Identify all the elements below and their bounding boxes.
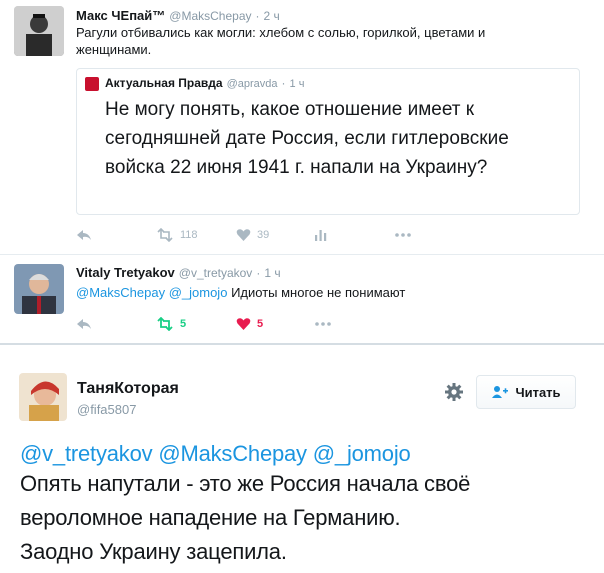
like-button[interactable]: 39	[236, 228, 269, 242]
author-name[interactable]: Макс ЧЕпай™	[76, 8, 165, 23]
like-button-active[interactable]: 5	[236, 317, 263, 331]
follow-button[interactable]: Читать	[476, 375, 576, 409]
mention-link[interactable]: @MaksChepay	[76, 285, 165, 300]
retweet-icon	[157, 228, 173, 242]
tweet-text: Рагули отбивались как могли: хлебом с со…	[76, 25, 486, 57]
quote-author-name: Актуальная Правда	[105, 76, 223, 90]
heart-icon	[236, 229, 251, 241]
author-name[interactable]: Vitaly Tretyakov	[76, 265, 175, 280]
person-photo-icon	[14, 264, 64, 314]
avatar-maks-chepay[interactable]	[14, 6, 64, 56]
author-handle[interactable]: @MaksChepay	[169, 9, 251, 23]
tweet-maks-chepay: Макс ЧЕпай™ @MaksChepay · 2 ч Рагули отб…	[0, 0, 604, 250]
more-dots-icon	[395, 233, 411, 237]
tweet-mentions[interactable]: @v_tretyakov @MaksChepay @_jomojo	[20, 441, 411, 467]
quote-time: 1 ч	[289, 78, 305, 90]
author-handle[interactable]: @v_tretyakov	[179, 266, 253, 280]
reply-icon	[77, 230, 91, 240]
more-button[interactable]	[314, 317, 332, 331]
quoted-tweet[interactable]: Актуальная Правда @apravda · 1 ч Не могу…	[76, 68, 580, 215]
dot-separator: ·	[281, 76, 286, 90]
tweet-time[interactable]: 2 ч	[264, 9, 280, 23]
tweet-body: Идиоты многое не понимают	[231, 285, 406, 300]
tweet-text: @MaksChepay @_jomojo Идиоты многое не по…	[76, 284, 576, 301]
retweet-button[interactable]: 118	[156, 228, 198, 242]
tweet-text-line-3: Заодно Украину зацепила.	[20, 539, 287, 564]
author-name[interactable]: ТаняКоторая	[77, 380, 179, 398]
heart-icon	[236, 318, 251, 330]
follow-label: Читать	[515, 384, 561, 400]
tweet2-actions: 5 5	[76, 315, 496, 335]
gear-icon	[445, 383, 463, 401]
tweet-tanya-kotoraya: ТаняКоторая @fifa5807 Читать @v_tretyako…	[0, 345, 604, 573]
analytics-icon	[315, 230, 327, 241]
like-count: 5	[257, 318, 264, 330]
apravda-logo-icon	[85, 77, 99, 91]
retweet-button-active[interactable]: 5	[156, 317, 186, 331]
avatar-tanya[interactable]	[19, 373, 67, 421]
quote-author-handle: @apravda	[226, 78, 278, 90]
more-dots-icon	[315, 322, 331, 326]
follow-user-plus-icon	[492, 386, 509, 398]
avatar-vitaly-tretyakov[interactable]	[14, 264, 64, 314]
retweet-icon	[157, 317, 173, 331]
mention-link[interactable]: @_jomojo	[169, 285, 228, 300]
reply-button[interactable]	[76, 228, 92, 242]
analytics-button[interactable]	[314, 228, 328, 242]
settings-gear-button[interactable]	[444, 382, 464, 402]
retweet-count: 5	[180, 318, 187, 330]
reply-icon	[77, 319, 91, 329]
poster-illustration-icon	[19, 373, 67, 421]
more-button[interactable]	[394, 228, 412, 242]
tweet-text-line-1: Опять напутали - это же Россия начала св…	[20, 471, 471, 496]
author-handle[interactable]: @fifa5807	[77, 402, 136, 417]
dot-separator: ·	[256, 266, 261, 280]
quote-text: Не могу понять, какое отношение имеет к …	[105, 99, 509, 178]
tweet-text-line-2: вероломное нападение на Германию.	[20, 505, 401, 530]
tweet-vitaly-tretyakov: Vitaly Tretyakov @v_tretyakov · 1 ч @Mak…	[0, 255, 604, 340]
dot-separator: ·	[255, 9, 260, 23]
tweet-time[interactable]: 1 ч	[264, 266, 280, 280]
retweet-count: 118	[180, 229, 198, 241]
person-photo-icon	[14, 6, 64, 56]
like-count: 39	[257, 229, 270, 241]
tweet1-actions: 118 39	[76, 226, 496, 246]
reply-button[interactable]	[76, 317, 92, 331]
